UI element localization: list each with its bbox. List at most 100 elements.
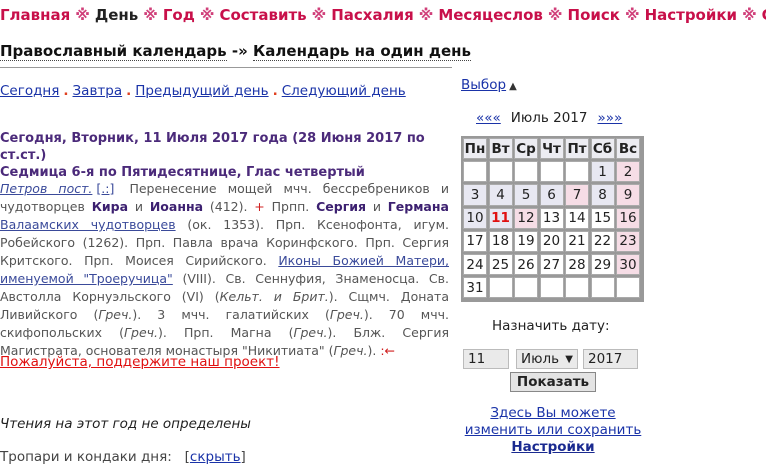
saints-description: Петров пост. [.:] Перенесение мощей мчч. … — [0, 180, 449, 360]
source-tag: Кельт. и Брит. — [219, 289, 329, 304]
calendar-day[interactable]: 6 — [539, 184, 564, 206]
weekday-header: Пн — [463, 138, 487, 160]
month-select-value: Июль — [521, 351, 560, 367]
calendar-day[interactable]: 10 — [463, 207, 487, 229]
saints-text: ). 3 мчч. галатийских ( — [132, 307, 330, 322]
calendar-day[interactable]: 16 — [616, 207, 640, 229]
calendar-day[interactable]: 21 — [565, 230, 589, 252]
settings-note-line2[interactable]: изменить или сохранить — [465, 422, 642, 438]
nav-item-7[interactable]: Настройки — [645, 6, 738, 24]
saint-kir: Кира — [91, 199, 129, 214]
dropdown-arrow-icon: ▼ — [565, 353, 573, 365]
calendar-day[interactable]: 13 — [539, 207, 564, 229]
calendar-empty-cell — [463, 161, 487, 183]
calendar-day[interactable]: 24 — [463, 253, 487, 276]
weekday-header: Сб — [590, 138, 615, 160]
calendar-day[interactable]: 20 — [539, 230, 564, 252]
calendar-day[interactable]: 27 — [539, 253, 564, 276]
readings-note: Чтения на этот год не определены — [0, 416, 251, 432]
next-day-link[interactable]: Следующий день — [282, 83, 406, 99]
dot-separator: . — [272, 83, 278, 99]
calendar-day[interactable]: 19 — [514, 230, 538, 252]
calendar-day[interactable]: 22 — [590, 230, 615, 252]
calendar-day[interactable]: 14 — [565, 207, 589, 229]
saints-text: и — [372, 199, 381, 214]
saint-ioann: Иоанна — [149, 199, 204, 214]
calendar-day[interactable]: 2 — [616, 161, 640, 183]
choice-toggle[interactable]: Выбор ▲ — [461, 77, 517, 93]
saints-text: Прпп. — [271, 199, 310, 214]
month-navigation: ««« Июль 2017 »»» — [476, 110, 622, 126]
nav-item-3[interactable]: Составить — [219, 6, 306, 24]
choice-link[interactable]: Выбор — [461, 77, 506, 93]
calendar-empty-cell — [488, 277, 513, 299]
fast-info-icon[interactable]: [.:] — [96, 181, 114, 196]
breadcrumb-root-link[interactable]: Православный календарь — [0, 42, 227, 61]
breadcrumb-current: Календарь на один день — [253, 42, 471, 61]
today-link[interactable]: Сегодня — [0, 83, 59, 99]
year-input[interactable]: 2017 — [583, 349, 638, 369]
calendar-day[interactable]: 17 — [463, 230, 487, 252]
day-input[interactable]: 11 — [463, 349, 509, 369]
calendar-day[interactable]: 26 — [514, 253, 538, 276]
nav-separator: ※ — [199, 6, 215, 24]
divider — [0, 67, 452, 68]
nav-item-6[interactable]: Поиск — [568, 6, 620, 24]
calendar-day[interactable]: 5 — [514, 184, 538, 206]
nav-separator: ※ — [75, 6, 90, 24]
calendar-empty-cell — [616, 277, 640, 299]
breadcrumb: Православный календарь -» Календарь на о… — [0, 42, 471, 61]
nav-separator: ※ — [311, 6, 327, 24]
calendar-day[interactable]: 30 — [616, 253, 640, 276]
fast-link[interactable]: Петров пост. — [0, 181, 92, 196]
nav-item-1[interactable]: День — [95, 6, 138, 24]
nav-separator: ※ — [547, 6, 563, 24]
calendar-day[interactable]: 11 — [488, 207, 513, 229]
nav-item-0[interactable]: Главная — [0, 6, 70, 24]
calendar-day[interactable]: 31 — [463, 277, 487, 299]
end-arrow-icon[interactable]: :← — [380, 343, 395, 358]
caret-up-icon: ▲ — [509, 81, 517, 92]
calendar-day[interactable]: 9 — [616, 184, 640, 206]
calendar-day[interactable]: 8 — [590, 184, 615, 206]
date-line: Сегодня, Вторник, 11 Июля 2017 года (28 … — [0, 131, 425, 163]
nav-separator: ※ — [742, 6, 757, 24]
month-select[interactable]: Июль ▼ — [516, 349, 578, 369]
calendar-empty-cell — [514, 161, 538, 183]
calendar-day[interactable]: 15 — [590, 207, 615, 229]
nav-item-2[interactable]: Год — [163, 6, 195, 24]
saints-text: (412). — [209, 199, 248, 214]
calendar-empty-cell — [488, 161, 513, 183]
calendar-day[interactable]: 28 — [565, 253, 589, 276]
breadcrumb-arrow: -» — [231, 42, 248, 60]
calendar-day[interactable]: 12 — [514, 207, 538, 229]
previous-day-link[interactable]: Предыдущий день — [135, 83, 268, 99]
calendar-day[interactable]: 18 — [488, 230, 513, 252]
hide-tropari-link[interactable]: скрыть — [190, 449, 241, 465]
prev-month-link[interactable]: ««« — [476, 110, 501, 126]
calendar-day[interactable]: 23 — [616, 230, 640, 252]
weekday-header: Пт — [565, 138, 589, 160]
valaam-link[interactable]: Валаамских чудотворцев — [0, 217, 176, 232]
tomorrow-link[interactable]: Завтра — [73, 83, 123, 99]
support-project-link[interactable]: Пожалуйста, поддержите наш проект! — [0, 354, 280, 370]
settings-link[interactable]: Настройки — [511, 439, 594, 455]
show-button[interactable]: Показать — [510, 372, 596, 392]
nav-item-4[interactable]: Пасхалия — [331, 6, 414, 24]
calendar-day[interactable]: 3 — [463, 184, 487, 206]
settings-note-line1[interactable]: Здесь Вы можете — [490, 405, 615, 421]
calendar-day[interactable]: 29 — [590, 253, 615, 276]
nav-separator: ※ — [418, 6, 434, 24]
calendar-day[interactable]: 4 — [488, 184, 513, 206]
calendar-day[interactable]: 25 — [488, 253, 513, 276]
calendar-day[interactable]: 1 — [590, 161, 615, 183]
weekday-header: Чт — [539, 138, 564, 160]
calendar-empty-cell — [539, 161, 564, 183]
cross-icon: + — [254, 199, 265, 214]
set-date-label: Назначить дату: — [492, 318, 610, 334]
nav-item-8[interactable]: Справка — [762, 6, 766, 24]
tropari-row: Тропари и кондаки дня: [скрыть] — [0, 449, 246, 465]
calendar-day[interactable]: 7 — [565, 184, 589, 206]
nav-item-5[interactable]: Месяцеслов — [438, 6, 543, 24]
next-month-link[interactable]: »»» — [597, 110, 622, 126]
